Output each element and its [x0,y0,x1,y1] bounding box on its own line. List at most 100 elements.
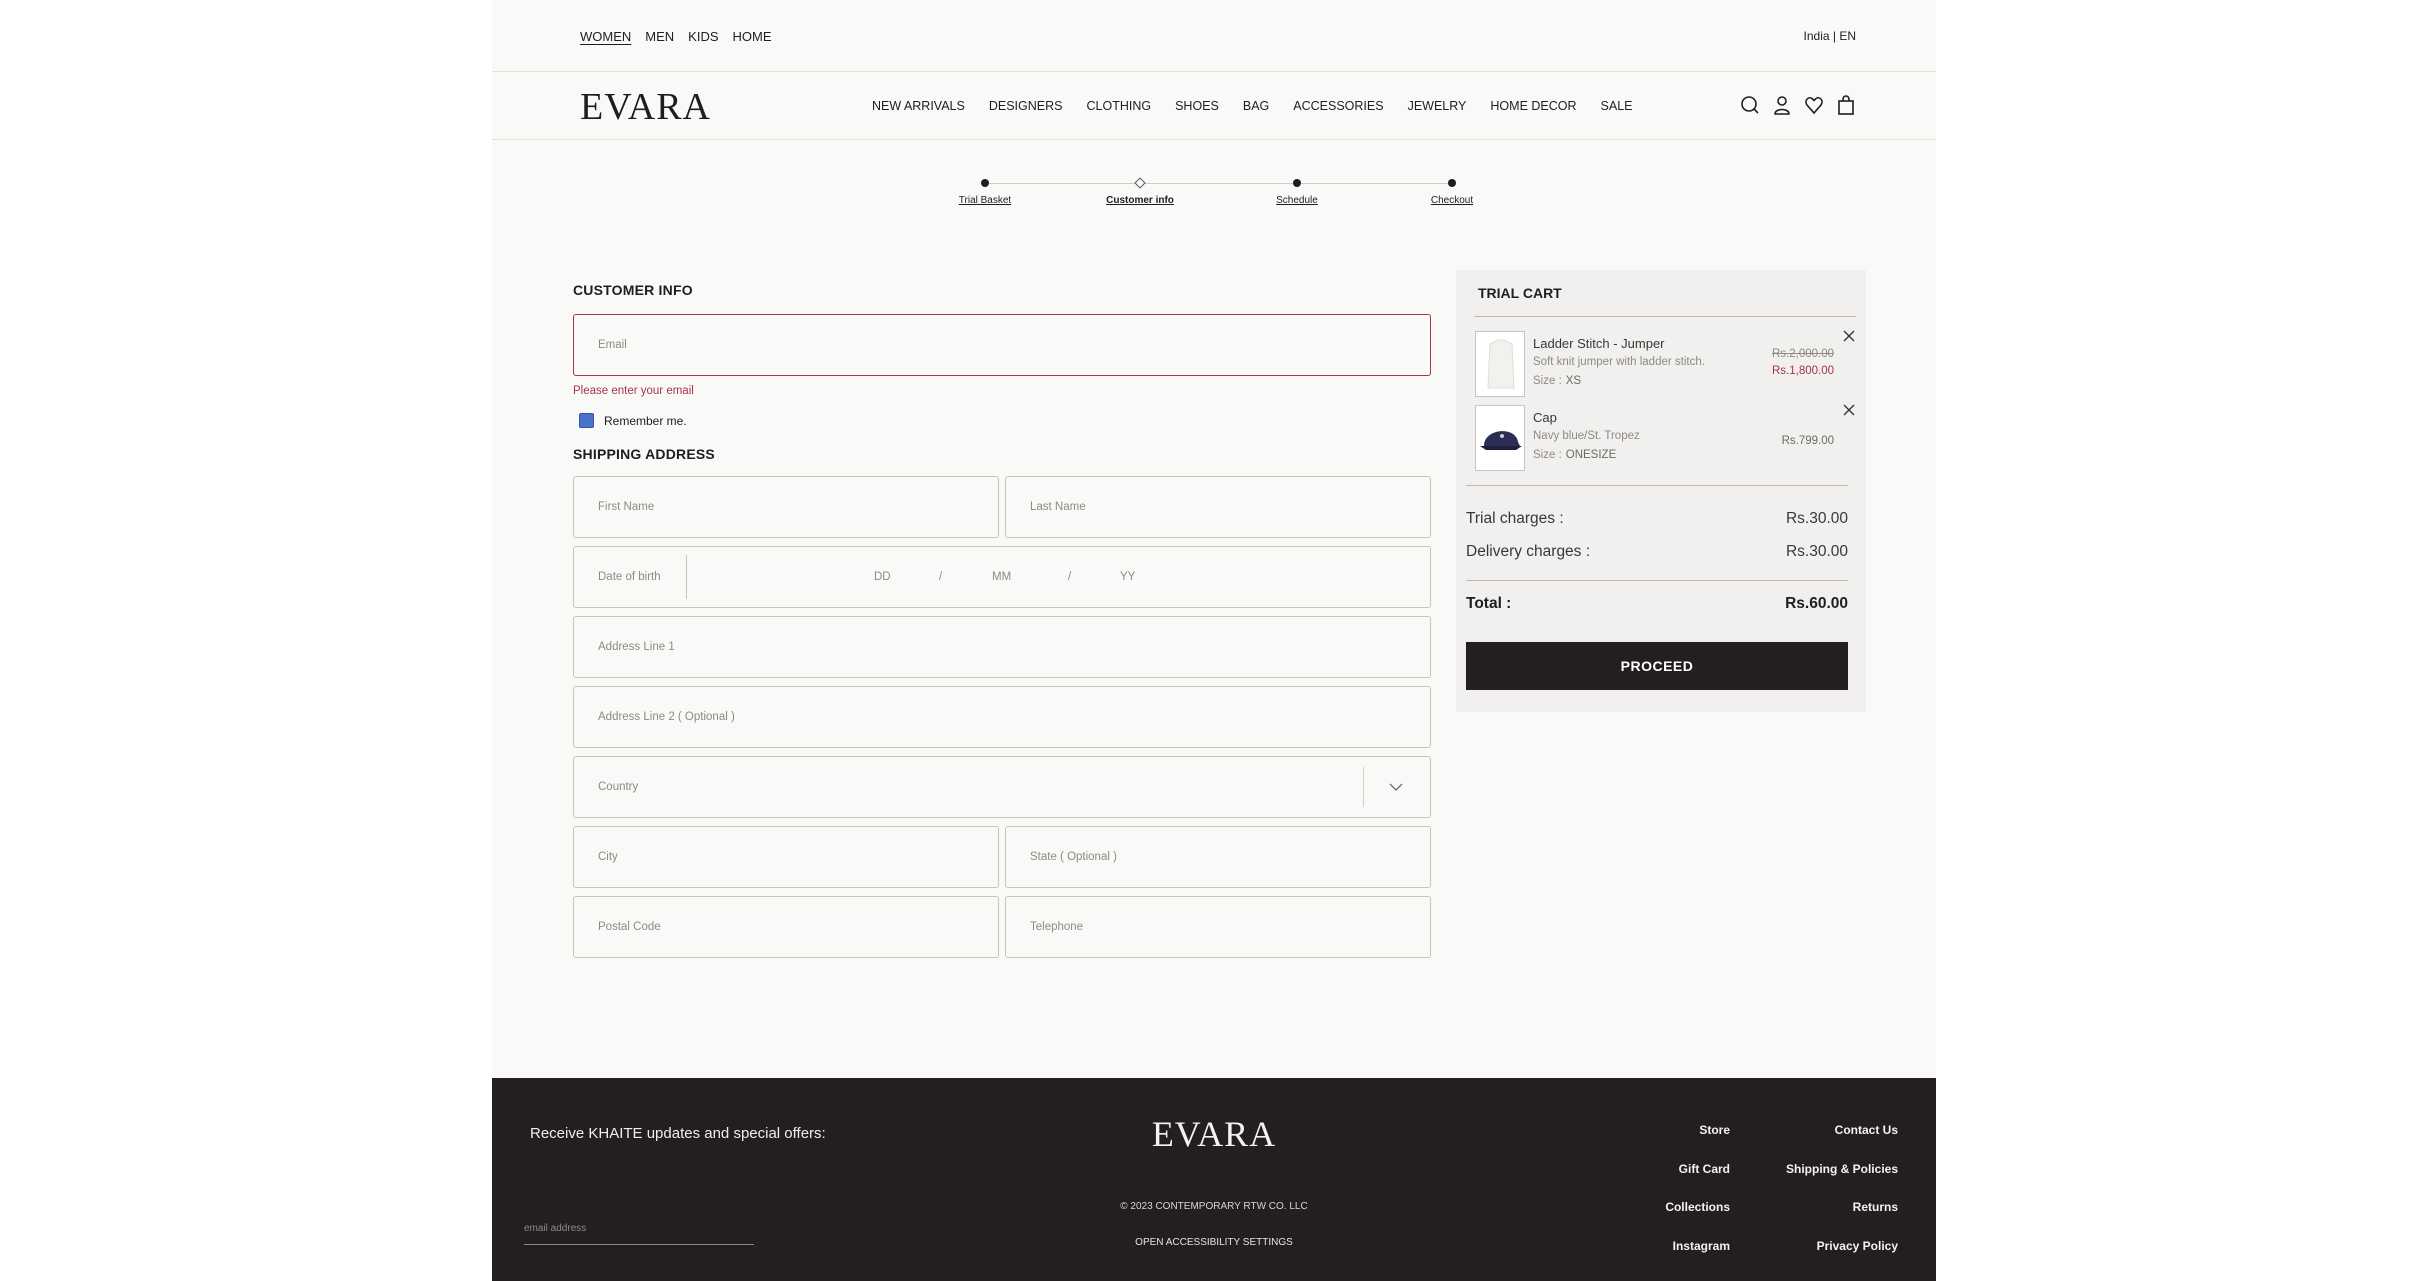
step-trial-basket[interactable]: Trial Basket [925,176,1045,206]
nav-bag[interactable]: BAG [1243,99,1269,113]
trial-cart: TRIAL CART Ladder Stitch - Jumper Soft k… [1456,270,1866,712]
price: Rs.799.00 [1781,435,1834,447]
heart-icon[interactable] [1804,94,1824,116]
step-customer-info[interactable]: Customer info [1080,176,1200,206]
step-label: Trial Basket [958,195,1012,206]
footer-link-gift-card[interactable]: Gift Card [1665,1162,1730,1201]
item-name[interactable]: Cap [1533,410,1557,425]
country-placeholder: Country [598,781,639,793]
select-divider [1363,767,1364,807]
email-error-message: Please enter your email [573,385,694,397]
gender-link-men[interactable]: MEN [645,29,674,44]
dob-month-input[interactable]: MM [992,571,1011,583]
step-dot [1293,179,1301,187]
close-icon[interactable] [1842,403,1856,417]
footer-links-col-2: Contact Us Shipping & Policies Returns P… [1786,1123,1898,1277]
size-label: Size : [1533,449,1562,461]
user-icon[interactable] [1772,94,1792,116]
delivery-charges-row: Delivery charges : Rs.30.00 [1466,543,1848,561]
dob-label: Date of birth [598,571,661,583]
divider [1466,580,1848,581]
footer-link-store[interactable]: Store [1665,1123,1730,1162]
gender-link-women[interactable]: WOMEN [580,29,631,44]
size-value: ONESIZE [1565,449,1617,461]
email-field[interactable]: Email [573,314,1431,376]
step-label: Customer info [1106,195,1174,206]
price-discounted: Rs.1,800.00 [1771,365,1834,377]
footer-link-shipping-policies[interactable]: Shipping & Policies [1786,1162,1898,1201]
dob-year-input[interactable]: YY [1120,571,1135,583]
remember-me: Remember me. [579,413,687,428]
top-bar: WOMEN MEN KIDS HOME India | EN [492,0,1936,72]
date-of-birth-field[interactable]: Date of birth DD / MM / YY [573,546,1431,608]
nav-jewelry[interactable]: JEWELRY [1408,99,1467,113]
telephone-field[interactable]: Telephone [1005,896,1431,958]
item-description: Navy blue/St. Tropez [1533,430,1640,442]
nav-clothing[interactable]: CLOTHING [1087,99,1152,113]
total-row: Total : Rs.60.00 [1466,595,1848,613]
email-placeholder: Email [598,339,627,351]
country-select[interactable]: Country [573,756,1431,818]
footer-link-instagram[interactable]: Instagram [1665,1239,1730,1278]
postal-code-placeholder: Postal Code [598,921,661,933]
item-name[interactable]: Ladder Stitch - Jumper [1533,336,1665,351]
stepper-line [982,183,1452,184]
proceed-button[interactable]: PROCEED [1466,642,1848,690]
cart-item: Cap Navy blue/St. Tropez Size : ONESIZE R… [1475,403,1856,473]
state-field[interactable]: State ( Optional ) [1005,826,1431,888]
step-dot [1448,179,1456,187]
address-line-2-placeholder: Address Line 2 ( Optional ) [598,711,735,723]
step-schedule[interactable]: Schedule [1237,176,1357,206]
customer-info-title: CUSTOMER INFO [573,282,693,298]
delivery-charges-label: Delivery charges : [1466,543,1591,560]
bag-icon[interactable] [1836,94,1856,116]
newsletter-email-input[interactable] [524,1223,754,1234]
step-label: Schedule [1276,195,1318,206]
footer-link-returns[interactable]: Returns [1786,1200,1898,1239]
search-icon[interactable] [1740,94,1760,116]
remember-me-checkbox[interactable] [579,413,594,428]
address-line-1-placeholder: Address Line 1 [598,641,675,653]
dob-day-input[interactable]: DD [874,571,891,583]
nav-sale[interactable]: SALE [1601,99,1633,113]
cap-thumbnail [1475,405,1525,471]
dob-separator: / [939,571,943,583]
postal-code-field[interactable]: Postal Code [573,896,999,958]
nav-designers[interactable]: DESIGNERS [989,99,1063,113]
close-icon[interactable] [1842,329,1856,343]
nav-shoes[interactable]: SHOES [1175,99,1219,113]
address-line-1-field[interactable]: Address Line 1 [573,616,1431,678]
footer-link-contact-us[interactable]: Contact Us [1786,1123,1898,1162]
delivery-charges-value: Rs.30.00 [1785,543,1848,560]
dob-divider [686,555,687,599]
item-size: Size : ONESIZE [1533,449,1616,461]
size-value: XS [1565,375,1582,387]
main-nav: NEW ARRIVALS DESIGNERS CLOTHING SHOES BA… [872,99,1633,113]
footer-links-col-1: Store Gift Card Collections Instagram [1665,1123,1730,1277]
gender-link-home[interactable]: HOME [733,29,772,44]
trial-cart-title: TRIAL CART [1478,285,1562,301]
first-name-field[interactable]: First Name [573,476,999,538]
chevron-down-icon[interactable] [1388,779,1404,795]
trial-charges-row: Trial charges : Rs.30.00 [1466,510,1848,528]
header-icons [1740,94,1856,116]
last-name-field[interactable]: Last Name [1005,476,1431,538]
site-header: EVARA NEW ARRIVALS DESIGNERS CLOTHING SH… [492,72,1936,140]
gender-nav: WOMEN MEN KIDS HOME [580,29,772,44]
telephone-placeholder: Telephone [1030,921,1084,933]
address-line-2-field[interactable]: Address Line 2 ( Optional ) [573,686,1431,748]
step-checkout[interactable]: Checkout [1392,176,1512,206]
footer-link-collections[interactable]: Collections [1665,1200,1730,1239]
site-logo[interactable]: EVARA [580,85,711,129]
nav-new-arrivals[interactable]: NEW ARRIVALS [872,99,965,113]
divider [1466,485,1848,486]
nav-home-decor[interactable]: HOME DECOR [1490,99,1576,113]
locale-selector[interactable]: India | EN [1804,29,1856,43]
city-field[interactable]: City [573,826,999,888]
size-label: Size : [1533,375,1562,387]
trial-charges-value: Rs.30.00 [1785,510,1848,527]
nav-accessories[interactable]: ACCESSORIES [1293,99,1383,113]
item-description: Soft knit jumper with ladder stitch. [1533,356,1705,368]
footer-link-privacy-policy[interactable]: Privacy Policy [1786,1239,1898,1278]
gender-link-kids[interactable]: KIDS [688,29,718,44]
